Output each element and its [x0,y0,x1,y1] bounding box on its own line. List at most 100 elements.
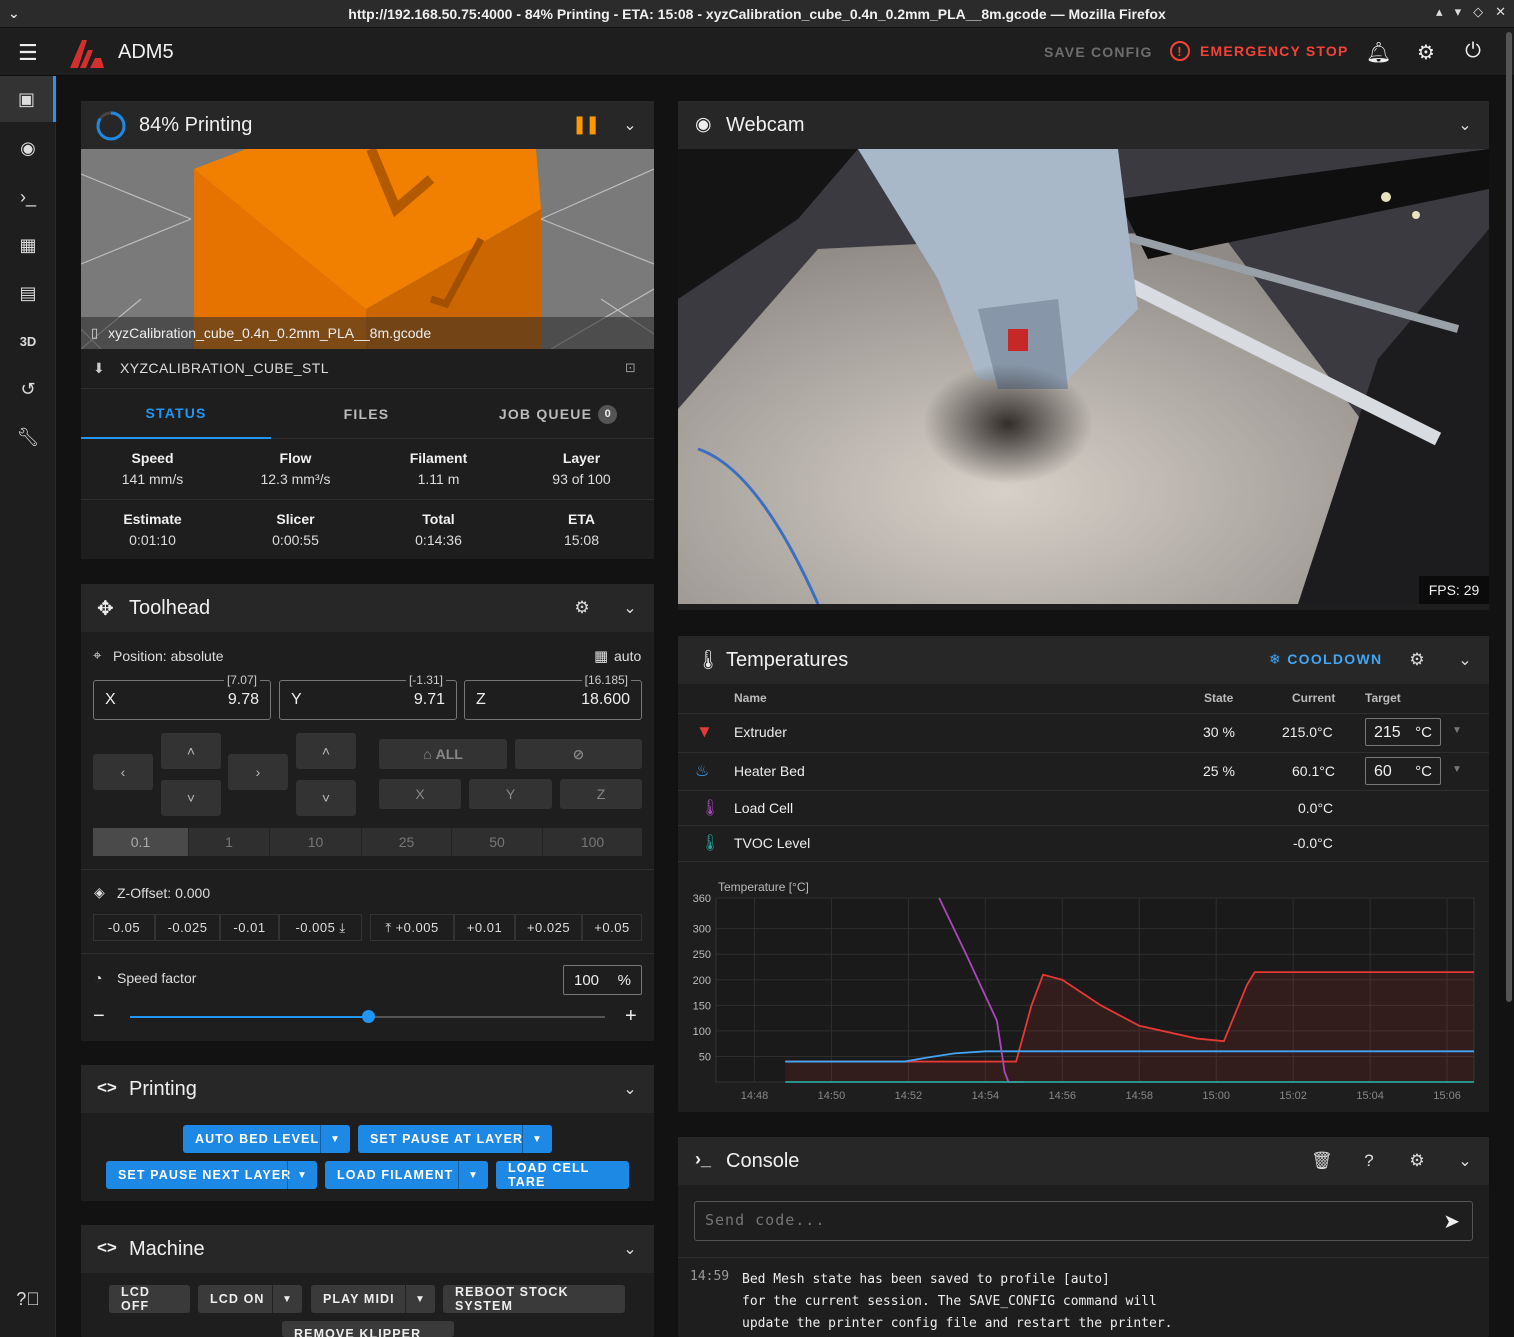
step-size-option[interactable]: 1 [189,828,270,856]
step-size-option[interactable]: 100 [543,828,642,856]
sensor-name[interactable]: Load Cell [734,800,793,816]
extruder-target-input[interactable]: 215 °C [1365,718,1441,746]
tab-job-queue[interactable]: JOB QUEUE 0 [462,389,654,439]
load-cell-tare-button[interactable]: LOAD CELL TARE [496,1161,629,1189]
home-x-button[interactable]: X [379,779,461,809]
zoffset-up-save-button[interactable]: ⤒ +0.005 [370,914,454,941]
sidebar-item-dashboard[interactable]: ▣ [0,76,56,122]
set-pause-at-layer-button[interactable]: SET PAUSE AT LAYER ▼ [358,1125,552,1153]
window-close-icon[interactable]: ✕ [1495,4,1506,20]
load-filament-button[interactable]: LOAD FILAMENT ▼ [325,1161,488,1189]
sidebar-item-viewer-3d[interactable]: 3D [0,318,56,364]
sidebar-item-machine[interactable]: 🔧︎ [0,414,56,460]
set-pause-next-layer-button[interactable]: SET PAUSE NEXT LAYER ▼ [106,1161,317,1189]
dropdown-arrow-icon[interactable]: ▼ [522,1125,552,1153]
zoffset-down-button[interactable]: -0.025 [155,914,220,941]
zoffset-down-button[interactable]: -0.01 [220,914,279,941]
lcd-off-button[interactable]: LCD OFF [109,1285,190,1313]
temperature-settings-gear-icon[interactable]: ⚙ [1407,650,1427,670]
window-maximize-icon[interactable]: ◇ [1473,4,1483,20]
step-size-option[interactable]: 0.1 [93,828,189,856]
speed-slider-thumb[interactable] [361,1010,375,1023]
jog-y-minus-button[interactable]: ˅ [161,780,221,816]
collapse-chevron-icon[interactable]: ⌄ [620,115,640,135]
settings-gears-icon[interactable]: ⚙ [1414,40,1438,64]
lcd-on-button[interactable]: LCD ON ▼ [198,1285,302,1313]
cooldown-button[interactable]: ❄ COOLDOWN [1269,651,1382,668]
auto-bed-level-button[interactable]: AUTO BED LEVEL ▼ [183,1125,350,1153]
sidebar-item-webcam[interactable]: ◉ [0,125,56,171]
collapse-chevron-icon[interactable]: ⌄ [1455,115,1475,135]
dropdown-arrow-icon[interactable]: ▼ [458,1161,488,1189]
collapse-chevron-icon[interactable]: ⌄ [620,1239,640,1259]
step-size-option[interactable]: 10 [270,828,362,856]
speed-slider-track[interactable] [130,1010,605,1023]
y-position-field[interactable]: Y [-1.31] 9.71 [279,673,457,720]
home-z-button[interactable]: Z [560,779,642,809]
position-mode-label[interactable]: Position: absolute [113,648,224,664]
pause-icon[interactable]: ❚❚ [572,114,600,135]
zoffset-down-button[interactable]: -0.05 [93,914,155,941]
console-settings-gear-icon[interactable]: ⚙ [1407,1151,1427,1171]
save-config-button[interactable]: SAVE CONFIG [1044,44,1153,60]
tab-files[interactable]: FILES [271,389,462,439]
plus-icon[interactable]: + [625,1005,637,1028]
zoffset-up-button[interactable]: +0.01 [454,914,515,941]
power-icon[interactable]: ⏻ [1461,40,1485,64]
sensor-name[interactable]: TVOC Level [734,835,810,851]
window-keep-above-icon[interactable]: ▴ [1436,4,1443,20]
tab-status[interactable]: STATUS [81,389,271,439]
trash-icon[interactable]: 🗑︎ [1311,1151,1333,1171]
emergency-stop-button[interactable]: ! EMERGENCY STOP [1170,41,1349,61]
reboot-stock-system-button[interactable]: REBOOT STOCK SYSTEM [443,1285,625,1313]
auto-label[interactable]: auto [614,648,641,664]
jog-y-plus-button[interactable]: ˄ [161,733,221,769]
console-input-field[interactable]: ➤ [694,1201,1473,1241]
jog-z-plus-button[interactable]: ˄ [296,733,356,769]
toolhead-settings-gear-icon[interactable]: ⚙ [572,598,592,618]
home-all-button[interactable]: ⌂ ALL [379,739,507,769]
help-icon[interactable]: ? [1359,1151,1379,1171]
sidebar-item-files[interactable]: ▤ [0,270,56,316]
z-position-field[interactable]: Z [16.185] 18.600 [464,673,642,720]
zoffset-up-button[interactable]: +0.05 [582,914,642,941]
collapse-chevron-icon[interactable]: ⌄ [620,1079,640,1099]
sensor-name[interactable]: Heater Bed [734,763,805,779]
jog-z-minus-button[interactable]: ˅ [296,780,356,816]
home-y-button[interactable]: Y [469,779,552,809]
send-icon[interactable]: ➤ [1443,1209,1460,1234]
target-dropdown-icon[interactable]: ▼ [1452,764,1462,775]
motors-off-button[interactable]: ⊘ [515,739,642,769]
play-midi-button[interactable]: PLAY MIDI ▼ [311,1285,435,1313]
remove-klipper-mod-button[interactable]: REMOVE KLIPPER MOD [282,1321,454,1337]
dropdown-arrow-icon[interactable]: ▼ [320,1125,350,1153]
exclude-object-icon[interactable]: ⊡ [625,360,636,376]
sidebar-item-help[interactable]: ?⃝ [0,1276,56,1322]
console-input[interactable] [705,1211,1405,1229]
window-menu-chevron-icon[interactable]: ⌄ [8,5,20,22]
dropdown-arrow-icon[interactable]: ▼ [405,1285,435,1313]
x-position-field[interactable]: X [7.07] 9.78 [93,673,271,720]
window-minimize-icon[interactable]: ▾ [1455,4,1462,20]
jog-x-minus-button[interactable]: ‹ [93,754,153,790]
zoffset-up-button[interactable]: +0.025 [515,914,582,941]
dropdown-arrow-icon[interactable]: ▼ [287,1161,317,1189]
bell-icon[interactable]: 🔔︎ [1366,40,1391,64]
collapse-chevron-icon[interactable]: ⌄ [1455,1151,1475,1171]
heater-bed-target-input[interactable]: 60 °C [1365,757,1441,785]
zoffset-down-save-button[interactable]: -0.005 ⤓ [279,914,362,941]
sidebar-item-console[interactable]: ›_ [0,174,56,220]
sidebar-item-history[interactable]: ↺ [0,366,56,412]
sensor-name[interactable]: Extruder [734,724,787,740]
hamburger-menu-icon[interactable]: ☰ [18,40,40,66]
minus-icon[interactable]: − [93,1005,105,1028]
collapse-chevron-icon[interactable]: ⌄ [620,598,640,618]
target-dropdown-icon[interactable]: ▼ [1452,725,1462,736]
page-scrollbar[interactable] [1506,32,1512,1002]
dropdown-arrow-icon[interactable]: ▼ [272,1285,302,1313]
jog-x-plus-button[interactable]: › [228,754,288,790]
step-size-option[interactable]: 50 [452,828,543,856]
collapse-chevron-icon[interactable]: ⌄ [1455,650,1475,670]
speed-factor-input[interactable]: 100 % [563,965,642,995]
sidebar-item-heightmap[interactable]: ▦ [0,222,56,268]
